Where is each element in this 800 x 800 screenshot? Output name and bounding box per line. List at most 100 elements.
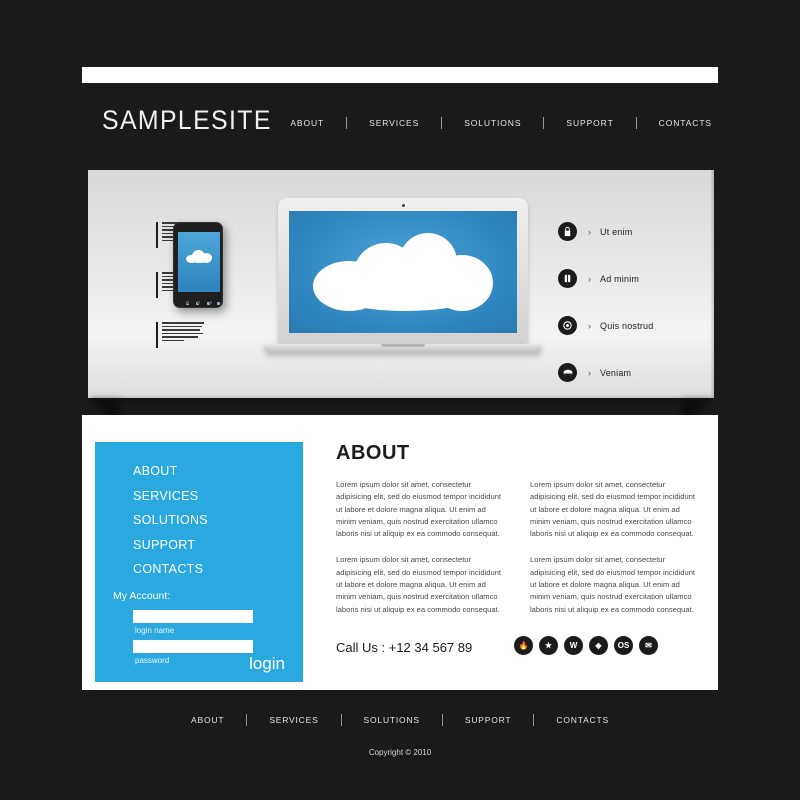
top-accent-bar (82, 67, 718, 83)
text-line (162, 322, 204, 324)
os-icon[interactable]: OS (614, 636, 633, 655)
feature-label: Veniam (600, 367, 632, 378)
footer-item-support[interactable]: SUPPORT (457, 715, 520, 725)
sidebar-menu: ABOUT SERVICES SOLUTIONS SUPPORT CONTACTS (133, 464, 208, 587)
text-column: Lorem ipsum dolor sit amet, consectetur … (336, 479, 508, 630)
nav-item-services[interactable]: SERVICES (363, 118, 425, 128)
nav-item-contacts[interactable]: CONTACTS (653, 118, 718, 128)
sidebar-item-support[interactable]: SUPPORT (133, 538, 208, 552)
feature-list: › Ut enim › Ad minim › Quis nostrud › Veniam (558, 222, 708, 398)
smartphone-illustration (173, 222, 223, 308)
footer-navigation: ABOUT SERVICES SOLUTIONS SUPPORT CONTACTS (183, 714, 617, 726)
feature-item[interactable]: › Ut enim (558, 222, 708, 241)
banner-fold-shadow (120, 398, 682, 408)
cloud-icon-small (186, 250, 212, 263)
laptop-camera-icon (401, 204, 405, 207)
nav-separator (543, 117, 545, 129)
login-button[interactable]: login (249, 654, 285, 674)
top-navigation: ABOUT SERVICES SOLUTIONS SUPPORT CONTACTS (284, 117, 718, 129)
text-block-accent-bar (156, 272, 158, 298)
text-line (162, 339, 184, 341)
login-name-caption: login name (135, 626, 175, 635)
body-paragraph: Lorem ipsum dolor sit amet, consectetur … (530, 480, 696, 539)
nav-separator (441, 117, 443, 129)
footer-item-contacts[interactable]: CONTACTS (548, 715, 617, 725)
main-content: ABOUT Lorem ipsum dolor sit amet, consec… (336, 442, 702, 630)
phone-app-icon (217, 302, 221, 305)
phone-button (186, 301, 190, 304)
site-header: SAMPLESITE ABOUT SERVICES SOLUTIONS SUPPORT… (82, 95, 718, 157)
content-panel: ABOUT SERVICES SOLUTIONS SUPPORT CONTACTS My… (82, 415, 718, 690)
chevron-right-icon: › (588, 273, 591, 284)
body-paragraph: Lorem ipsum dolor sit amet, consectetur … (530, 555, 696, 614)
lock-icon (558, 222, 577, 241)
hero-banner: › Ut enim › Ad minim › Quis nostrud › Veniam (88, 170, 714, 398)
copyright-text: Copyright © 2010 (368, 748, 432, 757)
password-input[interactable] (133, 640, 253, 653)
nav-item-support[interactable]: SUPPORT (560, 118, 619, 128)
flame-icon[interactable]: 🔥 (514, 636, 533, 655)
nav-item-solutions[interactable]: SOLUTIONS (458, 118, 527, 128)
chevron-right-icon: › (588, 320, 591, 331)
feature-label: Quis nostrud (600, 320, 654, 331)
sidebar: ABOUT SERVICES SOLUTIONS SUPPORT CONTACTS My… (95, 442, 303, 682)
star-icon[interactable]: ★ (539, 636, 558, 655)
chevron-right-icon: › (588, 367, 591, 378)
sidebar-item-services[interactable]: SERVICES (133, 489, 208, 503)
laptop-illustration (264, 198, 542, 358)
text-line (162, 329, 200, 331)
sidebar-item-solutions[interactable]: SOLUTIONS (133, 513, 208, 527)
phone-button (197, 301, 201, 304)
feature-label: Ut enim (600, 226, 633, 237)
page-title: ABOUT (336, 442, 410, 464)
mail-icon[interactable]: ✉ (639, 636, 658, 655)
footer-item-about[interactable]: ABOUT (183, 715, 232, 725)
nav-separator (441, 714, 443, 726)
compass-icon[interactable]: ◈ (589, 636, 608, 655)
text-block-accent-bar (156, 222, 158, 248)
nav-separator (533, 714, 535, 726)
body-paragraph: Lorem ipsum dolor sit amet, consectetur … (336, 480, 502, 539)
phone-button (208, 301, 212, 304)
site-footer: ABOUT SERVICES SOLUTIONS SUPPORT CONTACTS Co… (0, 710, 800, 757)
text-line (162, 325, 202, 327)
feature-item[interactable]: › Quis nostrud (558, 316, 708, 335)
cloud-icon (558, 363, 577, 382)
password-caption: password (135, 656, 170, 665)
laptop-notch (381, 344, 425, 347)
text-column: Lorem ipsum dolor sit amet, consectetur … (530, 479, 702, 630)
text-block-lines (162, 322, 204, 348)
call-us-text: Call Us : +12 34 567 89 (336, 640, 473, 655)
sidebar-item-about[interactable]: ABOUT (133, 464, 208, 478)
phone-screen (178, 232, 221, 305)
login-name-input[interactable] (133, 610, 253, 623)
book-icon (558, 269, 577, 288)
sidebar-item-contacts[interactable]: CONTACTS (133, 562, 208, 576)
text-line (162, 336, 198, 338)
text-block-accent-bar (156, 322, 158, 348)
wordpress-icon[interactable]: W (564, 636, 583, 655)
nav-separator (635, 117, 637, 129)
site-logo[interactable]: SAMPLESITE (102, 105, 272, 136)
laptop-lid (278, 198, 528, 344)
phone-buttons (182, 301, 216, 304)
feature-item[interactable]: › Veniam (558, 363, 708, 382)
feature-label: Ad minim (600, 273, 640, 284)
nav-separator (246, 714, 248, 726)
banner-text-block (156, 322, 204, 348)
account-label: My Account: (113, 590, 171, 602)
text-line (162, 332, 203, 334)
social-icons: 🔥 ★ W ◈ OS ✉ (514, 636, 658, 655)
nav-item-about[interactable]: ABOUT (284, 118, 330, 128)
chevron-right-icon: › (588, 226, 591, 237)
feature-item[interactable]: › Ad minim (558, 269, 708, 288)
body-paragraph: Lorem ipsum dolor sit amet, consectetur … (336, 555, 502, 614)
clock-icon (558, 316, 577, 335)
footer-item-services[interactable]: SERVICES (261, 715, 326, 725)
text-columns: Lorem ipsum dolor sit amet, consectetur … (336, 479, 702, 630)
cloud-icon-large (313, 233, 493, 311)
footer-item-solutions[interactable]: SOLUTIONS (356, 715, 428, 725)
nav-separator (340, 714, 342, 726)
nav-separator (346, 117, 348, 129)
laptop-screen (289, 211, 517, 333)
